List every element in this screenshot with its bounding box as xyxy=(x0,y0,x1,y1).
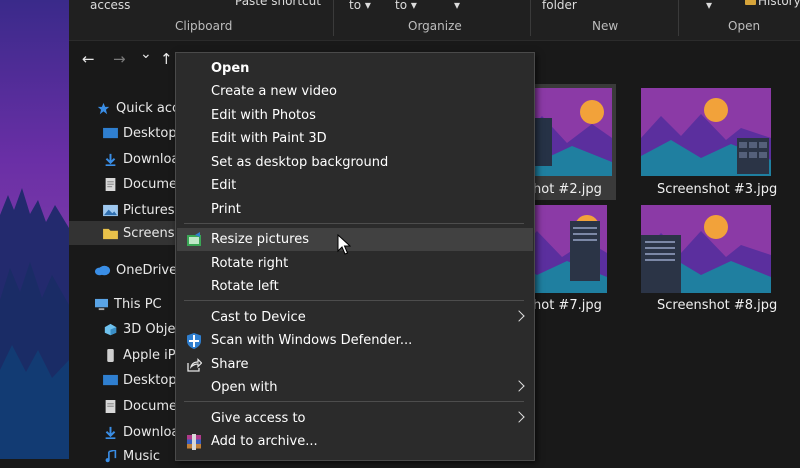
menu-separator xyxy=(184,223,524,224)
new-folder-button[interactable]: folder xyxy=(542,0,577,12)
file-label-3[interactable]: Screenshot #3.jpg xyxy=(657,182,777,197)
menu-item-set-desktop-background[interactable]: Set as desktop background xyxy=(177,151,533,174)
menu-item-scan-defender[interactable]: Scan with Windows Defender... xyxy=(177,329,533,352)
download-arrow-icon xyxy=(105,153,116,166)
thumbnail-image xyxy=(532,88,612,176)
tree-documents-pc[interactable]: Documen xyxy=(103,394,185,418)
menu-item-create-video[interactable]: Create a new video xyxy=(177,80,533,103)
phone-icon xyxy=(107,348,114,362)
share-icon xyxy=(187,358,202,372)
new-group-label: New xyxy=(592,19,619,33)
menu-item-edit-with-photos[interactable]: Edit with Photos xyxy=(177,104,533,127)
resize-pictures-icon xyxy=(187,232,201,246)
file-label-8[interactable]: Screenshot #8.jpg xyxy=(657,298,777,313)
menu-separator xyxy=(184,401,524,402)
mouse-pointer-icon xyxy=(337,234,351,255)
wallpaper-art xyxy=(0,188,69,459)
menu-item-resize-pictures[interactable]: Resize pictures xyxy=(177,228,533,251)
paste-shortcut-button[interactable]: Paste shortcut xyxy=(235,0,321,8)
document-icon xyxy=(105,399,116,413)
file-thumbnail-2[interactable] xyxy=(532,88,612,176)
ribbon: access Paste shortcut to ▾ to ▾ ▾ folder… xyxy=(69,0,800,41)
download-arrow-icon xyxy=(105,426,116,439)
tree-quick-access[interactable]: Quick acce xyxy=(96,96,187,120)
menu-item-give-access[interactable]: Give access to xyxy=(177,407,533,430)
menu-item-cast-to-device[interactable]: Cast to Device xyxy=(177,306,533,329)
submenu-chevron-icon xyxy=(513,310,525,322)
delete-dropdown[interactable]: ▾ xyxy=(454,0,460,12)
desktop-folder-icon xyxy=(103,127,118,138)
tree-pictures[interactable]: Pictures xyxy=(103,198,174,222)
tree-this-pc[interactable]: This PC xyxy=(94,292,162,316)
tree-3d-objects[interactable]: 3D Objec xyxy=(103,317,183,341)
shield-icon xyxy=(187,333,201,349)
file-thumbnail-7[interactable] xyxy=(532,205,607,293)
cube-icon xyxy=(104,323,117,335)
copy-access-label[interactable]: access xyxy=(90,0,130,12)
thumbnail-image xyxy=(532,205,607,293)
music-note-icon xyxy=(105,449,117,462)
menu-separator xyxy=(184,300,524,301)
copy-to-button[interactable]: to ▾ xyxy=(395,0,417,12)
move-to-button[interactable]: to ▾ xyxy=(349,0,371,12)
winrar-archive-icon xyxy=(187,434,201,450)
tree-apple-iphone[interactable]: Apple iPh xyxy=(103,343,184,367)
submenu-chevron-icon xyxy=(513,380,525,392)
file-label-2[interactable]: hot #2.jpg xyxy=(533,182,602,197)
desktop-folder-icon xyxy=(103,374,118,385)
star-icon xyxy=(97,102,110,114)
history-button[interactable]: History xyxy=(745,0,800,8)
menu-item-print[interactable]: Print xyxy=(177,198,533,221)
menu-item-add-to-archive[interactable]: Add to archive... xyxy=(177,430,533,453)
thumbnail-image xyxy=(641,88,771,176)
menu-item-share[interactable]: Share xyxy=(177,353,533,376)
ribbon-divider xyxy=(333,0,334,36)
menu-item-rotate-left[interactable]: Rotate left xyxy=(177,275,533,298)
file-label-7[interactable]: hot #7.jpg xyxy=(533,298,602,313)
tree-documents[interactable]: Documen xyxy=(103,172,185,196)
recent-locations-button[interactable]: ⌄ xyxy=(140,46,152,62)
back-button[interactable]: ← xyxy=(82,50,95,68)
tree-desktop[interactable]: Desktop xyxy=(103,121,177,145)
organize-group-label: Organize xyxy=(408,19,462,33)
folder-icon xyxy=(103,228,118,239)
file-thumbnail-8[interactable] xyxy=(641,205,771,293)
tree-screenshots[interactable]: Screensh xyxy=(69,221,183,245)
menu-item-open-with[interactable]: Open with xyxy=(177,376,533,399)
menu-item-open[interactable]: Open xyxy=(177,57,533,80)
forward-button[interactable]: → xyxy=(113,50,126,68)
history-icon xyxy=(745,0,756,5)
document-icon xyxy=(105,177,116,191)
menu-item-edit[interactable]: Edit xyxy=(177,174,533,197)
desktop-wallpaper xyxy=(0,0,69,459)
file-thumbnail-3[interactable] xyxy=(641,88,771,176)
menu-item-rotate-right[interactable]: Rotate right xyxy=(177,252,533,275)
ribbon-divider xyxy=(530,0,531,36)
menu-item-edit-with-paint-3d[interactable]: Edit with Paint 3D xyxy=(177,127,533,150)
thumbnail-image xyxy=(641,205,771,293)
clipboard-group-label: Clipboard xyxy=(175,19,233,33)
cloud-icon xyxy=(94,265,111,275)
tree-desktop-pc[interactable]: Desktop xyxy=(103,368,177,392)
tree-music[interactable]: Music xyxy=(103,444,160,468)
open-group-label: Open xyxy=(728,19,761,33)
submenu-chevron-icon xyxy=(513,411,525,423)
properties-dropdown[interactable]: ▾ xyxy=(706,0,712,12)
pictures-icon xyxy=(103,204,118,216)
ribbon-divider xyxy=(678,0,679,36)
computer-icon xyxy=(95,298,108,310)
tree-onedrive[interactable]: OneDrive xyxy=(94,258,177,282)
context-menu: Open Create a new video Edit with Photos… xyxy=(175,52,535,461)
up-button[interactable]: ↑ xyxy=(160,50,173,68)
